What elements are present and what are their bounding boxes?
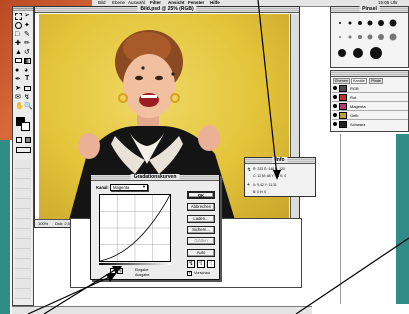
input-label: Eingabe: [135,268,150,272]
brushes-panel: Pinsel [330,6,409,68]
tool-palette: ➢ ✦ □ ✎ ✚ ✏ ▲ ↺ ● ◕ ✒ T ➤ ✉ ↯ ✋ 🔍 [12,6,34,306]
document-title: Bild.psd @ 25% (RGB) [137,6,197,12]
channel-label: RGB [350,86,359,91]
pencil-mode-icon[interactable]: ✎ [117,268,123,274]
eraser-tool-icon[interactable] [15,58,22,63]
channel-row[interactable]: Gelb [332,111,408,120]
pen-tool-icon[interactable]: ✒ [15,76,21,83]
channel-thumbnail [339,112,347,119]
history-brush-tool-icon[interactable]: ↺ [24,49,30,56]
menu-filter[interactable]: Filter [150,0,161,5]
desktop-right [395,134,409,304]
menu-ebene[interactable]: Ebene [112,0,125,5]
curves-dialog: Gradationskurven Kanal: Magenta ▼ ~ ✎ Ei… [90,174,220,280]
screen-mode-icon[interactable] [16,147,31,153]
eyedropper-tool-icon[interactable]: ↯ [24,94,30,101]
info-crosshair-icon: + [247,182,250,188]
channel-label: Schwarz [350,122,366,127]
info-extra-values: B: 0 H: 0 [253,190,267,194]
bottom-strip [12,306,312,314]
info-rgb-values: R: 233 G: 148 B: 120 [253,167,285,171]
info-eyedropper-icon: ↯ [247,167,252,173]
stamp-tool-icon[interactable]: ▲ [15,49,22,56]
eyedropper-gray-icon[interactable]: ↯ [197,260,205,268]
channel-thumbnail [339,85,347,92]
brush-tool-icon[interactable]: ✏ [24,40,30,47]
menu-hilfe[interactable]: Hilfe [210,0,220,5]
type-tool-icon[interactable]: T [25,75,29,83]
menubar-clock: 15:05 Uhr [378,0,398,5]
channel-label: Magenta [350,104,366,109]
info-cmyk-values: C: 12 M: 48 Y: 46 K: 0 [253,174,287,178]
healing-tool-icon[interactable]: ✚ [15,40,21,47]
move-tool-icon[interactable]: ➢ [24,12,31,20]
output-label: Ausgabe: [135,273,151,277]
channel-label: Kanal: [96,185,109,190]
gradient-tool-icon[interactable] [24,58,31,64]
notes-tool-icon[interactable]: ✉ [15,94,21,101]
cancel-button[interactable]: Abbrechen [187,203,215,211]
gradient-bar-horizontal [99,263,171,265]
channel-thumbnail [339,121,347,128]
channel-label: Gelb [350,113,359,118]
standard-mode-icon[interactable] [25,137,31,143]
curve-mode-icon[interactable]: ~ [110,268,116,274]
quickmask-mode-icon[interactable] [16,137,22,143]
eye-icon[interactable] [333,122,337,126]
marquee-tool-icon[interactable] [15,13,22,20]
channel-label: Rot [350,95,357,100]
hand-tool-icon[interactable]: ✋ [15,103,24,110]
ok-button[interactable]: OK [187,191,215,199]
brush-presets-grid[interactable] [332,15,409,67]
menu-bild[interactable]: Bild [98,0,106,5]
channels-panel: Ebenen Kanäle Pfade RGB Rot Magenta Gelb… [330,70,409,132]
slice-tool-icon[interactable]: ✎ [24,31,30,38]
curves-graph-svg [99,194,171,262]
info-xy-values: X: 9,42 Y: 11,31 [253,183,277,187]
eyedropper-black-icon[interactable]: ↯ [187,260,195,268]
info-panel: Info ↯ R: 233 G: 148 B: 120 C: 12 M: 48 … [244,157,316,197]
smooth-button[interactable]: Glätten [187,237,215,245]
brushes-panel-title: Pinsel [359,6,380,12]
zoom-tool-icon[interactable]: 🔍 [24,103,33,110]
curves-dialog-title: Gradationskurven [130,174,180,180]
lasso-tool-icon[interactable] [15,22,22,29]
preview-label: Vorschau [194,271,210,275]
menu-auswahl[interactable]: Auswahl [128,0,145,5]
channel-row[interactable]: Schwarz [332,120,408,129]
channel-row[interactable]: Magenta [332,102,408,111]
channel-thumbnail [339,94,347,101]
zoom-level[interactable]: 100% [38,221,48,226]
channel-thumbnail [339,103,347,110]
channel-select[interactable]: Magenta ▼ [110,184,148,191]
path-select-tool-icon[interactable]: ➤ [15,85,21,92]
eye-icon[interactable] [333,104,337,108]
load-button[interactable]: Laden... [187,215,215,223]
preview-checkbox[interactable]: ✓ [187,271,192,276]
blur-tool-icon[interactable]: ● [15,67,19,74]
magic-wand-tool-icon[interactable]: ✦ [24,22,30,29]
shape-tool-icon[interactable] [24,86,31,91]
background-color-swatch[interactable] [21,122,30,131]
desktop-strip [0,140,10,314]
eye-icon[interactable] [333,113,337,117]
menu-ansicht[interactable]: Ansicht [168,0,185,5]
channel-row[interactable]: RGB [332,84,408,93]
chevron-down-icon: ▼ [142,184,146,189]
channel-row[interactable]: Rot [332,93,408,102]
eye-icon[interactable] [333,95,337,99]
channel-select-value: Magenta [113,185,130,190]
crop-tool-icon[interactable]: □ [15,31,19,38]
info-panel-title: Info [272,157,288,163]
eyedropper-white-icon[interactable]: ↯ [207,260,215,268]
dodge-tool-icon[interactable]: ◕ [24,67,28,74]
curves-graph[interactable] [99,194,171,262]
menu-fenster[interactable]: Fenster [188,0,204,5]
save-button[interactable]: Sichern... [187,226,215,234]
desktop-right-panel [340,134,396,304]
auto-button[interactable]: Auto [187,249,215,257]
eye-icon[interactable] [333,86,337,90]
